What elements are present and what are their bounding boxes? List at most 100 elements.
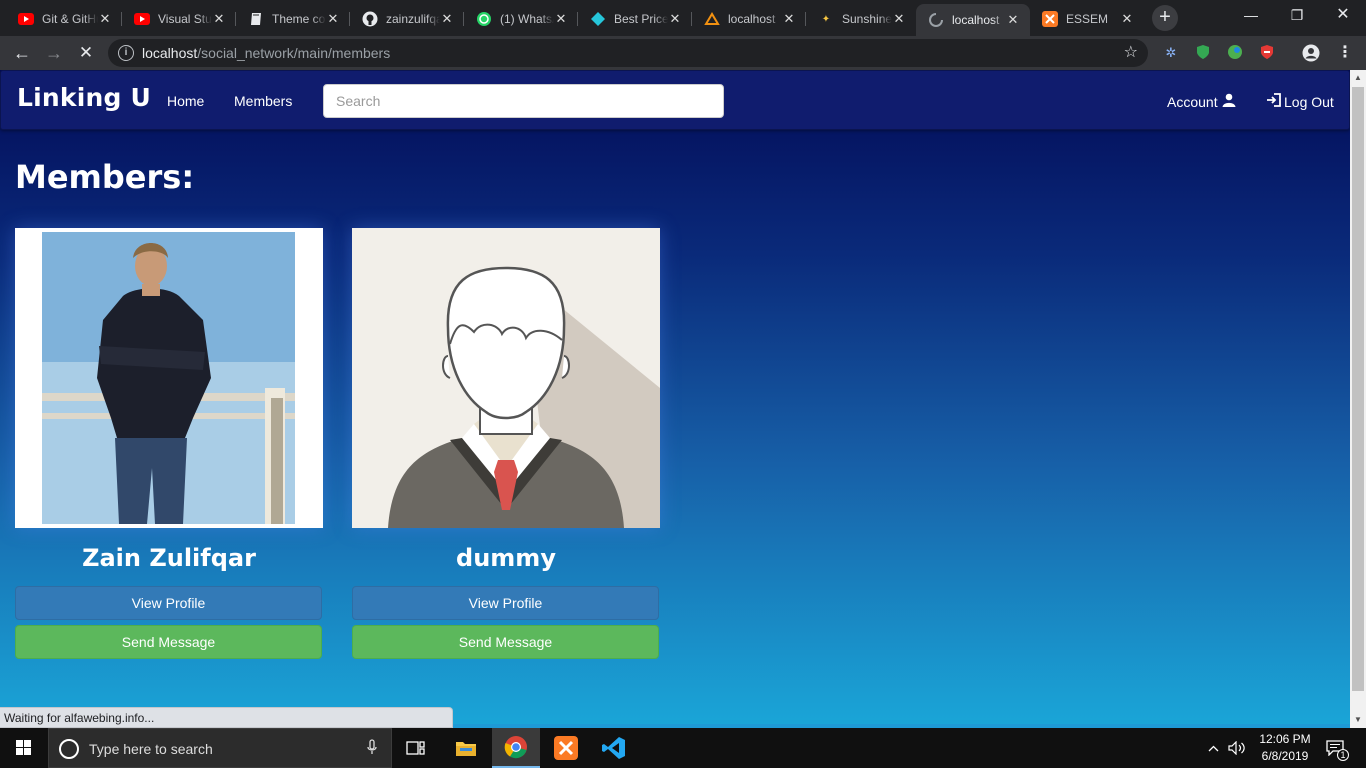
- globe-extension-icon[interactable]: [1226, 44, 1244, 62]
- clock-time: 12:06 PM: [1259, 732, 1311, 746]
- taskbar-search-placeholder: Type here to search: [89, 741, 213, 757]
- github-icon: [362, 11, 378, 27]
- browser-tab[interactable]: zainzulifqar ✕: [350, 4, 464, 34]
- tab-title: localhost: [952, 13, 1000, 27]
- browser-tab[interactable]: Best Price ✕: [578, 4, 692, 34]
- loading-spinner-icon: [928, 12, 944, 28]
- tab-title: localhost: [728, 12, 776, 26]
- send-message-button[interactable]: Send Message: [352, 625, 659, 659]
- taskbar-clock[interactable]: 12:06 PM 6/8/2019: [1250, 731, 1320, 765]
- file-explorer-icon[interactable]: [442, 728, 490, 768]
- account-label: Account: [1167, 93, 1218, 110]
- address-bar[interactable]: i localhost/social_network/main/members …: [108, 39, 1148, 67]
- close-icon[interactable]: ✕: [782, 11, 796, 27]
- scroll-thumb[interactable]: [1352, 87, 1364, 691]
- windows-taskbar: Type here to search 12:06 PM 6/8/2019 1: [0, 728, 1366, 768]
- log-out-icon: [1266, 93, 1281, 110]
- browser-tab[interactable]: (1) WhatsApp ✕: [464, 4, 578, 34]
- stop-loading-button[interactable]: ✕: [74, 41, 98, 65]
- adblock-extension-icon[interactable]: [1258, 44, 1276, 62]
- browser-tab[interactable]: ESSEM ✕: [1030, 4, 1144, 34]
- logout-label: Log Out: [1284, 93, 1334, 110]
- search-input[interactable]: [323, 84, 724, 118]
- close-icon[interactable]: ✕: [1006, 12, 1020, 28]
- member-name: dummy: [456, 544, 556, 572]
- notification-center-icon[interactable]: 1: [1320, 728, 1350, 768]
- restore-button[interactable]: ❐: [1274, 0, 1320, 30]
- page-title: Members:: [15, 158, 195, 196]
- member-photo[interactable]: [352, 228, 660, 528]
- chrome-icon[interactable]: [492, 728, 540, 768]
- info-icon[interactable]: i: [118, 45, 134, 61]
- browser-tab-strip: Git & GitHub ✕ Visual Studio ✕ Theme co …: [0, 0, 1366, 36]
- microphone-icon[interactable]: [367, 739, 377, 758]
- member-card: Zain Zulifqar View Profile Send Message: [15, 228, 323, 659]
- xampp-icon: [1042, 11, 1058, 27]
- browser-tab-active[interactable]: localhost ✕: [916, 4, 1030, 36]
- browser-tab[interactable]: Visual Studio ✕: [122, 4, 236, 34]
- taskbar-search-box[interactable]: Type here to search: [48, 728, 392, 768]
- browser-tab[interactable]: ✦ Sunshine ✕: [806, 4, 916, 34]
- close-icon[interactable]: ✕: [892, 11, 906, 27]
- vscode-icon[interactable]: [590, 728, 638, 768]
- back-button[interactable]: ←: [10, 41, 34, 65]
- logout-link[interactable]: Log Out: [1266, 93, 1334, 110]
- tab-title: (1) WhatsApp: [500, 12, 554, 26]
- bookmark-star-icon[interactable]: ☆: [1124, 42, 1138, 62]
- view-profile-button[interactable]: View Profile: [352, 586, 659, 620]
- status-bubble: Waiting for alfawebing.info...: [0, 707, 453, 728]
- close-icon[interactable]: ✕: [554, 11, 568, 27]
- scroll-down-icon[interactable]: ▼: [1350, 712, 1366, 728]
- account-link[interactable]: Account: [1167, 93, 1236, 110]
- page-viewport: Linking U Home Members Account Log Out M…: [0, 70, 1350, 728]
- tab-title: Git & GitHub: [42, 12, 98, 26]
- youtube-icon: [18, 11, 34, 27]
- site-brand[interactable]: Linking U: [17, 83, 151, 112]
- profile-avatar-icon[interactable]: [1302, 44, 1320, 62]
- shield-extension-icon[interactable]: [1194, 44, 1212, 62]
- nav-members-link[interactable]: Members: [234, 93, 292, 109]
- tab-title: ESSEM: [1066, 12, 1109, 26]
- send-message-button[interactable]: Send Message: [15, 625, 322, 659]
- close-icon[interactable]: ✕: [98, 11, 112, 27]
- windows-logo-icon: [16, 740, 31, 755]
- browser-tab[interactable]: localhost ✕: [692, 4, 806, 34]
- nav-home-link[interactable]: Home: [167, 93, 204, 109]
- member-photo[interactable]: [15, 228, 323, 528]
- start-button[interactable]: [0, 728, 48, 768]
- tab-title: Sunshine: [842, 12, 892, 26]
- close-icon[interactable]: ✕: [1120, 11, 1134, 27]
- extension-icon[interactable]: ✲: [1162, 44, 1180, 62]
- task-view-icon[interactable]: [392, 728, 440, 768]
- close-icon[interactable]: ✕: [212, 11, 226, 27]
- close-icon[interactable]: ✕: [668, 11, 682, 27]
- close-icon[interactable]: ✕: [326, 11, 340, 27]
- volume-icon[interactable]: [1226, 728, 1248, 768]
- sparkle-icon: ✦: [821, 13, 831, 25]
- xampp-icon[interactable]: [542, 728, 590, 768]
- clock-date: 6/8/2019: [1261, 749, 1309, 763]
- tab-title: zainzulifqar: [386, 12, 440, 26]
- tab-title: Best Price: [614, 12, 668, 26]
- close-icon[interactable]: ✕: [440, 11, 454, 27]
- browser-tab[interactable]: Git & GitHub ✕: [0, 4, 122, 34]
- site-navbar: Linking U Home Members Account Log Out: [0, 70, 1350, 130]
- browser-tab[interactable]: Theme co ✕: [236, 4, 350, 34]
- tray-expand-icon[interactable]: [1204, 728, 1222, 768]
- book-icon: [248, 11, 264, 27]
- close-window-button[interactable]: ✕: [1320, 0, 1366, 30]
- scroll-up-icon[interactable]: ▲: [1350, 70, 1366, 86]
- minimize-button[interactable]: —: [1228, 0, 1274, 30]
- whatsapp-icon: [476, 11, 492, 27]
- new-tab-button[interactable]: +: [1152, 5, 1178, 31]
- page-scrollbar[interactable]: ▲ ▼: [1350, 70, 1366, 728]
- menu-dots-icon[interactable]: ⋮: [1336, 44, 1354, 62]
- notification-count-badge: 1: [1337, 749, 1349, 761]
- address-url: localhost/social_network/main/members: [142, 45, 391, 61]
- tag-icon: [590, 11, 606, 27]
- phpmyadmin-icon: [704, 11, 720, 27]
- forward-button[interactable]: →: [42, 41, 66, 65]
- tab-title: Visual Studio: [158, 12, 212, 26]
- cortana-icon: [59, 739, 79, 759]
- view-profile-button[interactable]: View Profile: [15, 586, 322, 620]
